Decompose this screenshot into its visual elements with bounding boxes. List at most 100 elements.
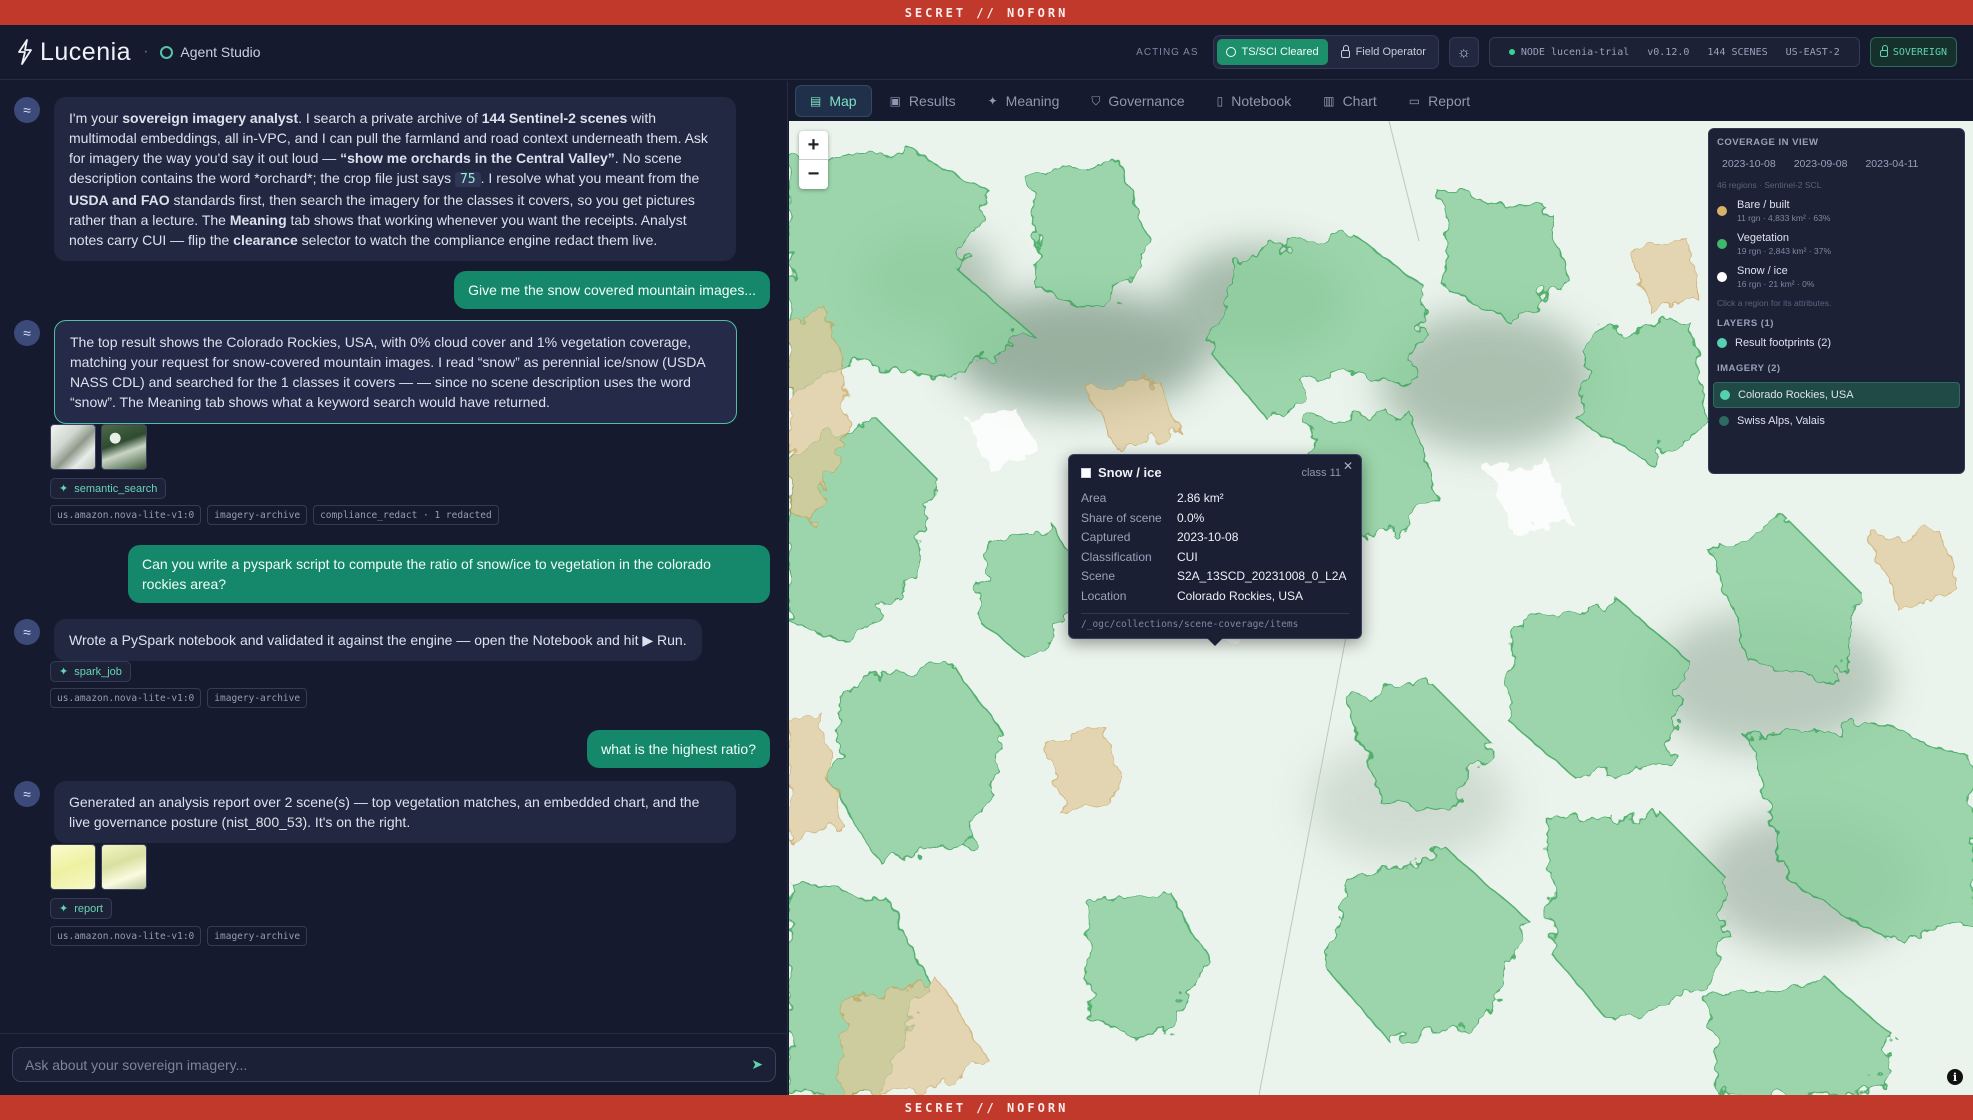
thumbnail-swiss-alps[interactable] [101, 424, 147, 470]
class-swatch [1717, 272, 1727, 282]
chart-icon: ▥ [1323, 94, 1335, 108]
assistant-avatar-icon: ≈ [14, 97, 40, 123]
model-tags: us.amazon.nova-lite-v1:0 imagery-archive… [50, 505, 499, 525]
clearance-selector: TS/SCI Cleared Field Operator [1212, 35, 1439, 69]
map-icon: ▤ [810, 94, 822, 108]
class-item-snow-ice[interactable]: Snow / ice 16 rgn · 21 km² · 0% [1717, 265, 1956, 289]
assistant-message: ≈ The top result shows the Colorado Rock… [14, 320, 737, 424]
chat-panel: ≈ I'm your sovereign imagery analyst. I … [0, 81, 788, 1095]
chat-input[interactable] [25, 1056, 752, 1073]
popup-row: Location Colorado Rockies, USA [1081, 588, 1304, 603]
tab-chart[interactable]: ▥ Chart [1309, 85, 1391, 117]
lucenia-logo[interactable]: Lucenia [16, 38, 131, 67]
popup-source-link[interactable]: /_ogc/collections/scene-coverage/items [1081, 613, 1349, 630]
assistant-avatar-icon: ≈ [14, 619, 40, 645]
coverage-panel: COVERAGE IN VIEW 2023-10-08 2023-09-08 2… [1708, 128, 1965, 474]
popup-row: Classification CUI [1081, 549, 1198, 564]
class-item-bare-built[interactable]: Bare / built 11 rgn · 4,833 km² · 63% [1717, 199, 1956, 223]
coverage-title: COVERAGE IN VIEW [1717, 137, 1819, 148]
lucenia-logo-icon [18, 39, 32, 65]
user-message: Give me the snow covered mountain images… [454, 271, 770, 309]
tab-map[interactable]: ▤ Map [795, 85, 872, 117]
user-message: Can you write a pyspark script to comput… [128, 545, 770, 603]
sovereign-text: SOVEREIGN [1892, 46, 1947, 58]
imagery-item-colorado-rockies[interactable]: Colorado Rockies, USA [1713, 382, 1960, 408]
date-chip[interactable]: 2023-09-08 [1789, 156, 1853, 172]
logo-text: Lucenia [40, 37, 132, 66]
tag: imagery-archive [207, 926, 308, 946]
user-message: what is the highest ratio? [587, 730, 770, 768]
sovereign-badge: SOVEREIGN [1869, 37, 1957, 67]
class-swatch [1717, 239, 1727, 249]
tab-report[interactable]: ▭ Report [1395, 85, 1484, 117]
imagery-dot-icon [1720, 390, 1730, 400]
clearance-field-operator-label: Field Operator [1355, 46, 1426, 58]
assistant-message-bubble: Wrote a PySpark notebook and validated i… [54, 619, 702, 661]
classification-banner-top: SECRET // NOFORN [0, 0, 1973, 25]
thumbnail-report-1[interactable] [50, 844, 96, 890]
workspace-panel: ▤ Map ▣ Results ✦ Meaning ⛉ Governance ▯ Note… [789, 81, 1973, 1095]
sovereign-lock-icon [1879, 45, 1888, 57]
region-popup: Snow / ice class 11 ✕ Area 2.86 km² Share… [1068, 454, 1362, 646]
close-icon[interactable]: ✕ [1343, 459, 1353, 473]
popup-class: class 11 [1301, 466, 1341, 479]
tab-results[interactable]: ▣ Results [876, 85, 970, 117]
layer-result-footprints[interactable]: Result footprints (2) [1717, 337, 1956, 349]
version-label: v0.12.0 [1647, 46, 1690, 58]
tab-label: Map [829, 93, 857, 109]
shield-check-icon [1225, 47, 1236, 57]
document-icon: ▭ [1408, 94, 1421, 108]
assistant-avatar-icon: ≈ [14, 781, 40, 807]
clearance-ts-sci-button[interactable]: TS/SCI Cleared [1216, 39, 1328, 65]
tab-label: Report [1428, 93, 1471, 109]
tab-meaning[interactable]: ✦ Meaning [974, 85, 1074, 117]
tool-chip-spark-job[interactable]: ✦ spark_job [50, 661, 131, 682]
zoom-out-button[interactable]: − [799, 160, 828, 189]
tab-governance[interactable]: ⛉ Governance [1077, 85, 1198, 117]
zoom-in-button[interactable]: + [799, 131, 828, 160]
date-chip[interactable]: 2023-10-08 [1717, 156, 1781, 172]
zoom-control: + − [799, 131, 828, 189]
imagery-label: Colorado Rockies, USA [1738, 389, 1854, 401]
region-color-swatch [1081, 467, 1091, 478]
notebook-icon: ▯ [1216, 94, 1224, 108]
imagery-label: Swiss Alps, Valais [1737, 415, 1825, 427]
send-icon[interactable]: ➤ [751, 1056, 763, 1073]
class-item-vegetation[interactable]: Vegetation 19 rgn · 2,843 km² · 37% [1717, 232, 1956, 256]
sparkle-icon: ✦ [59, 903, 69, 915]
tool-chip-report[interactable]: ✦ report [50, 898, 112, 919]
popup-title: Snow / ice [1098, 465, 1162, 480]
theme-toggle-button[interactable]: ☼ [1448, 37, 1479, 67]
coverage-hint: Click a region for its attributes. [1717, 298, 1832, 308]
info-icon[interactable]: i [1947, 1069, 1963, 1085]
assistant-message-bubble-highlighted[interactable]: The top result shows the Colorado Rockie… [54, 320, 737, 424]
thumbnail-report-2[interactable] [101, 844, 147, 890]
classification-banner-bottom: SECRET // NOFORN [0, 1095, 1973, 1120]
tab-notebook[interactable]: ▯ Notebook [1203, 85, 1306, 117]
clearance-field-operator-button[interactable]: Field Operator [1332, 39, 1435, 65]
tag: us.amazon.nova-lite-v1:0 [50, 926, 202, 946]
scene-count-label: 144 SCENES [1707, 46, 1768, 58]
popup-row: Captured 2023-10-08 [1081, 530, 1239, 544]
thumbnail-colorado-rockies[interactable] [50, 424, 96, 470]
imagery-item-swiss-alps[interactable]: Swiss Alps, Valais [1713, 408, 1960, 434]
coverage-subtitle: 46 regions · Sentinel-2 SCL [1717, 180, 1822, 190]
assistant-message-bubble: Generated an analysis report over 2 scen… [54, 781, 736, 843]
layers-title: LAYERS (1) [1717, 318, 1774, 329]
popup-row: Area 2.86 km² [1081, 491, 1224, 505]
date-chips: 2023-10-08 2023-09-08 2023-04-11 [1717, 156, 1956, 172]
imagery-dot-icon [1719, 416, 1729, 426]
tool-chip-semantic-search[interactable]: ✦ semantic_search [50, 478, 167, 499]
model-tags: us.amazon.nova-lite-v1:0 imagery-archive [50, 926, 308, 946]
date-chip[interactable]: 2023-04-11 [1860, 156, 1923, 172]
tab-label: Chart [1342, 93, 1377, 109]
map-canvas[interactable]: + − Snow / ice class 11 ✕ Area 2.86 km² S… [789, 121, 1973, 1095]
tab-label: Notebook [1231, 93, 1292, 109]
popup-row: Share of scene 0.0% [1081, 510, 1205, 525]
region-label: US-EAST-2 [1785, 46, 1840, 58]
imagery-title: IMAGERY (2) [1717, 363, 1781, 374]
tool-label: spark_job [74, 665, 122, 678]
class-name: Bare / built [1737, 199, 1790, 211]
layer-toggle-icon [1717, 338, 1727, 348]
tag: imagery-archive [207, 505, 308, 525]
